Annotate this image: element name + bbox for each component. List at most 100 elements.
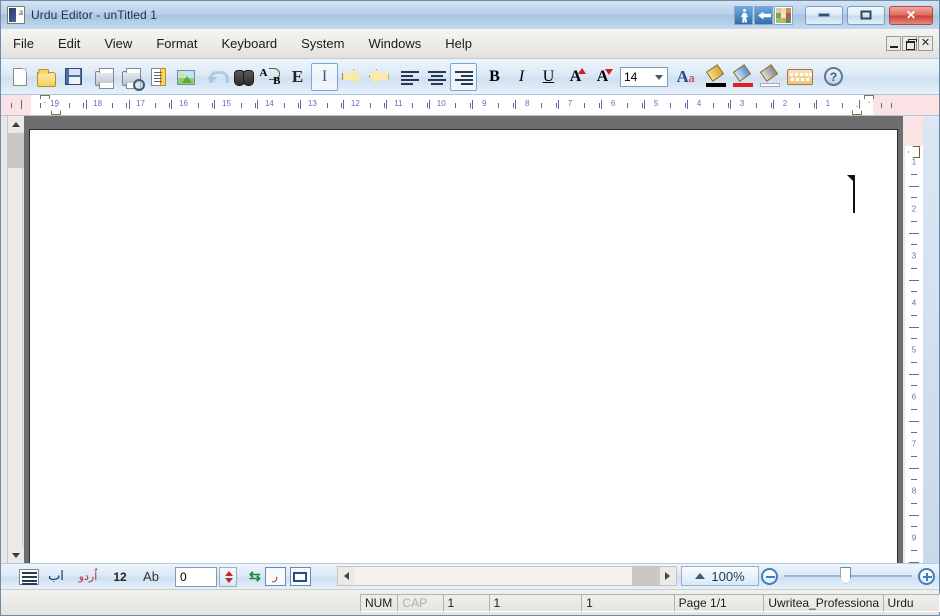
right-arrow-icon — [341, 68, 362, 85]
undo-button[interactable] — [203, 63, 230, 91]
zoom-slider-track[interactable] — [784, 567, 912, 584]
urdu-keyboard-label: اب — [48, 569, 64, 584]
urdu-script-button[interactable]: اُردو — [73, 566, 103, 588]
menu-view[interactable]: View — [92, 33, 144, 54]
new-document-button[interactable] — [6, 63, 33, 91]
zoom-level-button[interactable]: 100% — [681, 566, 759, 586]
window-preview-button[interactable] — [289, 567, 311, 586]
case-button[interactable]: Ab — [137, 566, 165, 588]
ruler-tick-major — [686, 100, 688, 109]
ruler-tick — [369, 103, 371, 108]
urdu-convert-button[interactable]: ر — [264, 567, 286, 586]
on-screen-keyboard-button[interactable] — [784, 63, 816, 91]
highlight-color-button[interactable] — [730, 63, 757, 91]
window-minimize-button[interactable] — [805, 5, 843, 25]
indent-spinner-input[interactable] — [175, 566, 217, 587]
menu-keyboard[interactable]: Keyboard — [209, 33, 289, 54]
scroll-up-button[interactable] — [8, 116, 24, 132]
vertical-ruler-tick — [911, 197, 917, 199]
ltr-direction-button[interactable] — [365, 63, 392, 91]
vertical-ruler-marker[interactable] — [906, 146, 922, 156]
decrease-font-button[interactable]: A — [589, 63, 616, 91]
font-size-input[interactable] — [621, 69, 651, 84]
background-color-button[interactable] — [757, 63, 784, 91]
mdi-restore-button[interactable] — [902, 36, 917, 51]
sync-icon[interactable]: ⇆ — [249, 568, 261, 585]
vertical-ruler-tick — [909, 279, 919, 281]
vertical-ruler-tick — [911, 526, 917, 528]
rtl-direction-button[interactable] — [338, 63, 365, 91]
horizontal-ruler[interactable]: 19 18 17 16 15 14 13 12 11 10 9 8 7 6 5 4 3 2 1 — [1, 95, 939, 116]
text-color-button[interactable] — [703, 63, 730, 91]
ruler-tick — [11, 103, 12, 108]
line-spacing-button[interactable] — [19, 566, 39, 588]
urdu-mode-button[interactable]: I — [311, 62, 338, 91]
chevron-down-icon[interactable] — [655, 74, 663, 80]
work-area-right-pad — [923, 116, 939, 563]
line-number-display[interactable]: 12 — [107, 566, 133, 588]
increase-font-button[interactable]: A — [562, 63, 589, 91]
document-page[interactable] — [29, 129, 898, 563]
ruler-tick — [255, 103, 257, 108]
new-document-icon — [9, 66, 31, 88]
spinner-arrows[interactable] — [219, 566, 237, 587]
font-select-button[interactable]: Aa — [672, 63, 699, 91]
print-button[interactable] — [91, 63, 118, 91]
menu-format[interactable]: Format — [144, 33, 209, 54]
menu-system[interactable]: System — [289, 33, 356, 54]
window-title: Urdu Editor - unTitled 1 — [31, 8, 158, 22]
scroll-right-button[interactable] — [660, 567, 676, 585]
align-right-button[interactable] — [450, 62, 477, 91]
ruler-number: 5 — [653, 99, 659, 108]
open-button[interactable] — [33, 63, 60, 91]
menu-edit[interactable]: Edit — [46, 33, 92, 54]
mdi-close-button[interactable]: ✕ — [918, 36, 933, 51]
vertical-ruler-tick — [911, 549, 917, 551]
zoom-in-button[interactable] — [918, 567, 935, 585]
status-field-1: 1 — [442, 593, 490, 612]
ruler-tick — [727, 103, 729, 108]
scroll-down-button[interactable] — [8, 547, 24, 563]
vertical-ruler-tick — [911, 479, 917, 481]
person-icon[interactable] — [734, 5, 753, 25]
zoom-slider[interactable] — [761, 566, 935, 586]
font-size-combo[interactable] — [620, 66, 668, 87]
replace-button[interactable]: AB — [257, 63, 284, 91]
indent-spinner[interactable] — [175, 566, 237, 587]
english-mode-button[interactable]: E — [284, 63, 311, 91]
left-arrow-icon[interactable] — [754, 5, 773, 25]
vertical-scroll-thumb[interactable] — [8, 133, 24, 168]
menu-help[interactable]: Help — [433, 33, 484, 54]
urdu-keyboard-button[interactable]: اب — [43, 566, 69, 588]
bold-button[interactable]: B — [481, 63, 508, 91]
save-button[interactable] — [60, 63, 87, 91]
vertical-ruler[interactable]: 1 2 3 4 5 6 7 8 9 — [905, 116, 923, 563]
scroll-left-button[interactable] — [338, 567, 354, 585]
help-button[interactable]: ? — [820, 63, 847, 91]
align-center-button[interactable] — [423, 63, 450, 91]
color-palette-icon[interactable] — [774, 5, 793, 25]
underline-button[interactable]: U — [535, 63, 562, 91]
menu-file[interactable]: File — [1, 33, 46, 54]
window-close-button[interactable]: ✕ — [889, 5, 933, 25]
horizontal-scrollbar[interactable] — [337, 566, 677, 586]
find-button[interactable] — [230, 63, 257, 91]
mdi-minimize-button[interactable] — [886, 36, 901, 51]
window-maximize-button[interactable] — [847, 5, 885, 25]
italic-button[interactable]: I — [508, 63, 535, 91]
horizontal-scroll-thumb[interactable] — [632, 567, 660, 585]
insert-image-button[interactable] — [172, 63, 199, 91]
document-properties-button[interactable] — [145, 63, 172, 91]
horizontal-scroll-track[interactable] — [354, 567, 660, 585]
zoom-out-button[interactable] — [761, 567, 778, 585]
align-left-button[interactable] — [396, 63, 423, 91]
menu-windows[interactable]: Windows — [356, 33, 433, 54]
vertical-ruler-tick — [909, 232, 919, 234]
vertical-ruler-tick — [911, 244, 917, 246]
print-preview-button[interactable] — [118, 63, 145, 91]
vertical-scrollbar[interactable] — [7, 116, 24, 563]
ruler-tick — [240, 103, 242, 108]
zoom-slider-thumb[interactable] — [840, 567, 852, 584]
urdu-script-label: اُردو — [78, 570, 98, 583]
ruler-number: 17 — [136, 99, 145, 108]
